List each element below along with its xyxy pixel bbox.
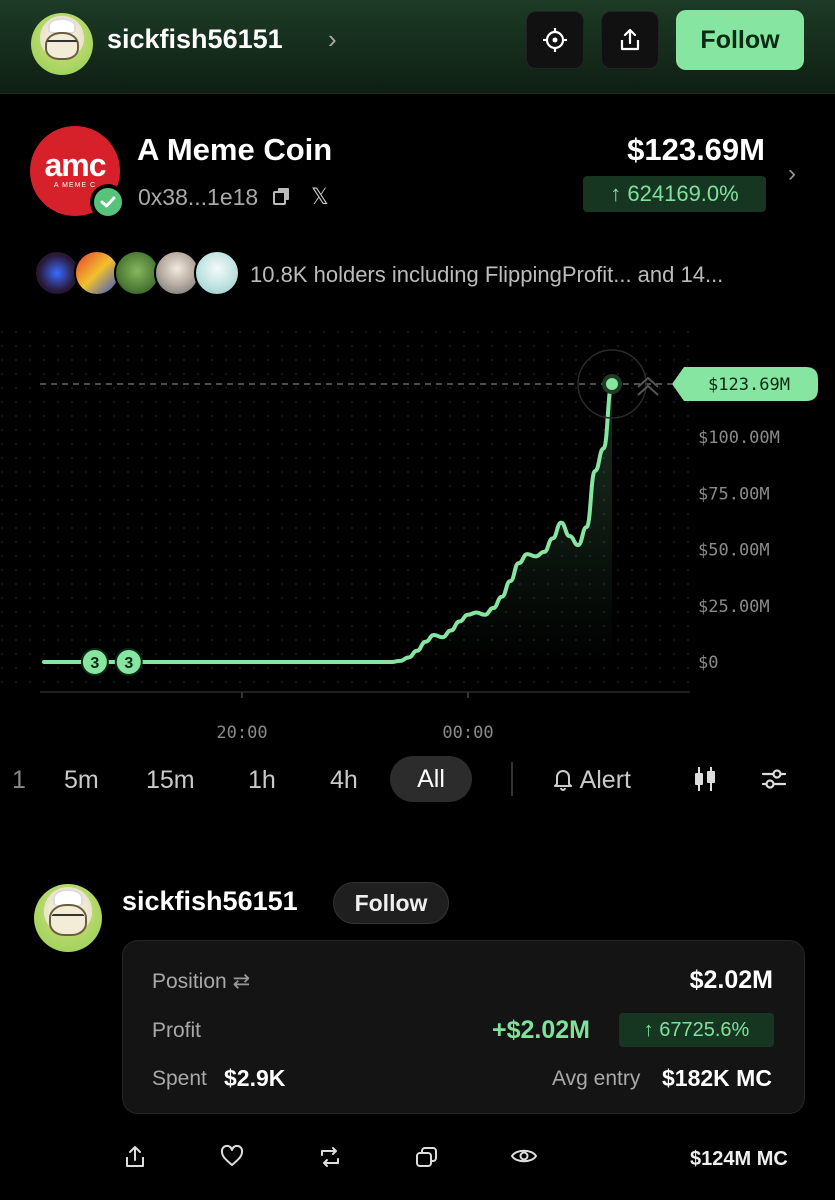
price-change-badge: ↑ 624169.0%	[583, 176, 766, 212]
timeframe-all-selected[interactable]: All	[390, 756, 472, 802]
y-tick-label: $25.00M	[698, 597, 770, 617]
chart-settings-button[interactable]	[760, 764, 788, 801]
price-chart-svg[interactable]: $0 $25.00M $50.00M $75.00M $100.00M 20:00 00:…	[0, 330, 835, 750]
crosshair-button[interactable]	[526, 11, 584, 69]
candlestick-toggle[interactable]	[690, 764, 720, 801]
share-icon	[126, 1146, 144, 1167]
user-avatar[interactable]	[31, 13, 93, 75]
copy-post-icon	[416, 1147, 437, 1167]
like-button[interactable]	[219, 1144, 245, 1173]
coin-name: A Meme Coin	[137, 132, 333, 167]
avg-entry-label: Avg entry	[552, 1067, 641, 1090]
holder-avatars[interactable]	[34, 250, 240, 296]
post-follow-button[interactable]: Follow	[333, 882, 449, 924]
post-user-avatar[interactable]	[34, 884, 102, 952]
current-price-dot	[606, 378, 618, 390]
copy-icon[interactable]	[272, 186, 292, 211]
alert-button[interactable]: Alert	[552, 766, 631, 795]
avg-entry-value: $182K MC	[662, 1065, 772, 1091]
repost-icon	[321, 1147, 339, 1167]
timeframe-option[interactable]: 15m	[146, 766, 195, 795]
swap-icon[interactable]: ⇄	[233, 970, 251, 993]
profit-value: +$2.02M	[492, 1016, 590, 1044]
timeframe-option[interactable]: 1	[12, 766, 26, 795]
x-twitter-icon[interactable]: 𝕏	[311, 184, 329, 210]
holder-avatar	[194, 250, 240, 296]
chevron-right-icon[interactable]: ›	[788, 160, 796, 188]
profit-label: Profit	[152, 1019, 202, 1042]
share-button[interactable]	[601, 11, 659, 69]
contract-address[interactable]: 0x38...1e18	[138, 184, 258, 211]
verified-check-icon	[90, 184, 126, 220]
views-button[interactable]	[510, 1144, 538, 1173]
candlestick-icon	[695, 767, 715, 791]
spent-label: Spent	[152, 1067, 207, 1090]
trade-marker-count: 3	[90, 655, 99, 672]
heart-icon	[220, 1144, 244, 1166]
current-price-label: $123.69M	[708, 375, 790, 395]
x-tick-label: 20:00	[216, 723, 267, 743]
profit-change-badge: ↑ 67725.6%	[619, 1013, 774, 1047]
y-tick-label: $0	[698, 653, 718, 673]
position-label: Position ⇄	[152, 970, 251, 993]
holders-summary[interactable]: 10.8K holders including FlippingProfit..…	[250, 262, 723, 288]
trade-marker-count: 3	[124, 655, 133, 672]
y-tick-label: $100.00M	[698, 428, 780, 448]
price-chart[interactable]: $0 $25.00M $50.00M $75.00M $100.00M 20:00 00:…	[0, 330, 835, 750]
x-tick-label: 00:00	[442, 723, 493, 743]
repost-button[interactable]	[317, 1144, 343, 1175]
y-tick-label: $50.00M	[698, 541, 770, 561]
position-value: $2.02M	[689, 966, 773, 994]
alert-label: Alert	[579, 766, 631, 794]
footer-market-cap: $124M MC	[690, 1148, 788, 1170]
chevron-right-icon[interactable]: ›	[328, 24, 337, 55]
divider	[511, 762, 513, 796]
crosshair-icon	[543, 28, 567, 52]
market-cap-value: $123.69M	[627, 132, 765, 167]
timeframe-option[interactable]: 5m	[64, 766, 99, 795]
coin-logo-subtext: A MEME C	[53, 182, 97, 189]
timeframe-option[interactable]: 4h	[330, 766, 358, 795]
timeframe-option[interactable]: 1h	[248, 766, 276, 795]
coin-logo-text: amc	[44, 147, 106, 183]
y-tick-label: $75.00M	[698, 484, 770, 504]
share-icon	[620, 28, 640, 51]
spent-value: $2.9K	[224, 1065, 286, 1091]
share-post-button[interactable]	[123, 1144, 147, 1175]
follow-button[interactable]: Follow	[676, 10, 804, 70]
bell-icon	[554, 770, 572, 791]
profile-header: sickfish56151 › Follow	[0, 0, 835, 94]
sliders-icon	[761, 769, 787, 789]
eye-icon	[510, 1149, 538, 1163]
timeframe-selector: 1 5m 15m 1h 4h All Alert	[0, 756, 835, 806]
post-username[interactable]: sickfish56151	[122, 886, 298, 917]
quote-button[interactable]	[414, 1144, 440, 1175]
header-username[interactable]: sickfish56151	[107, 24, 283, 55]
